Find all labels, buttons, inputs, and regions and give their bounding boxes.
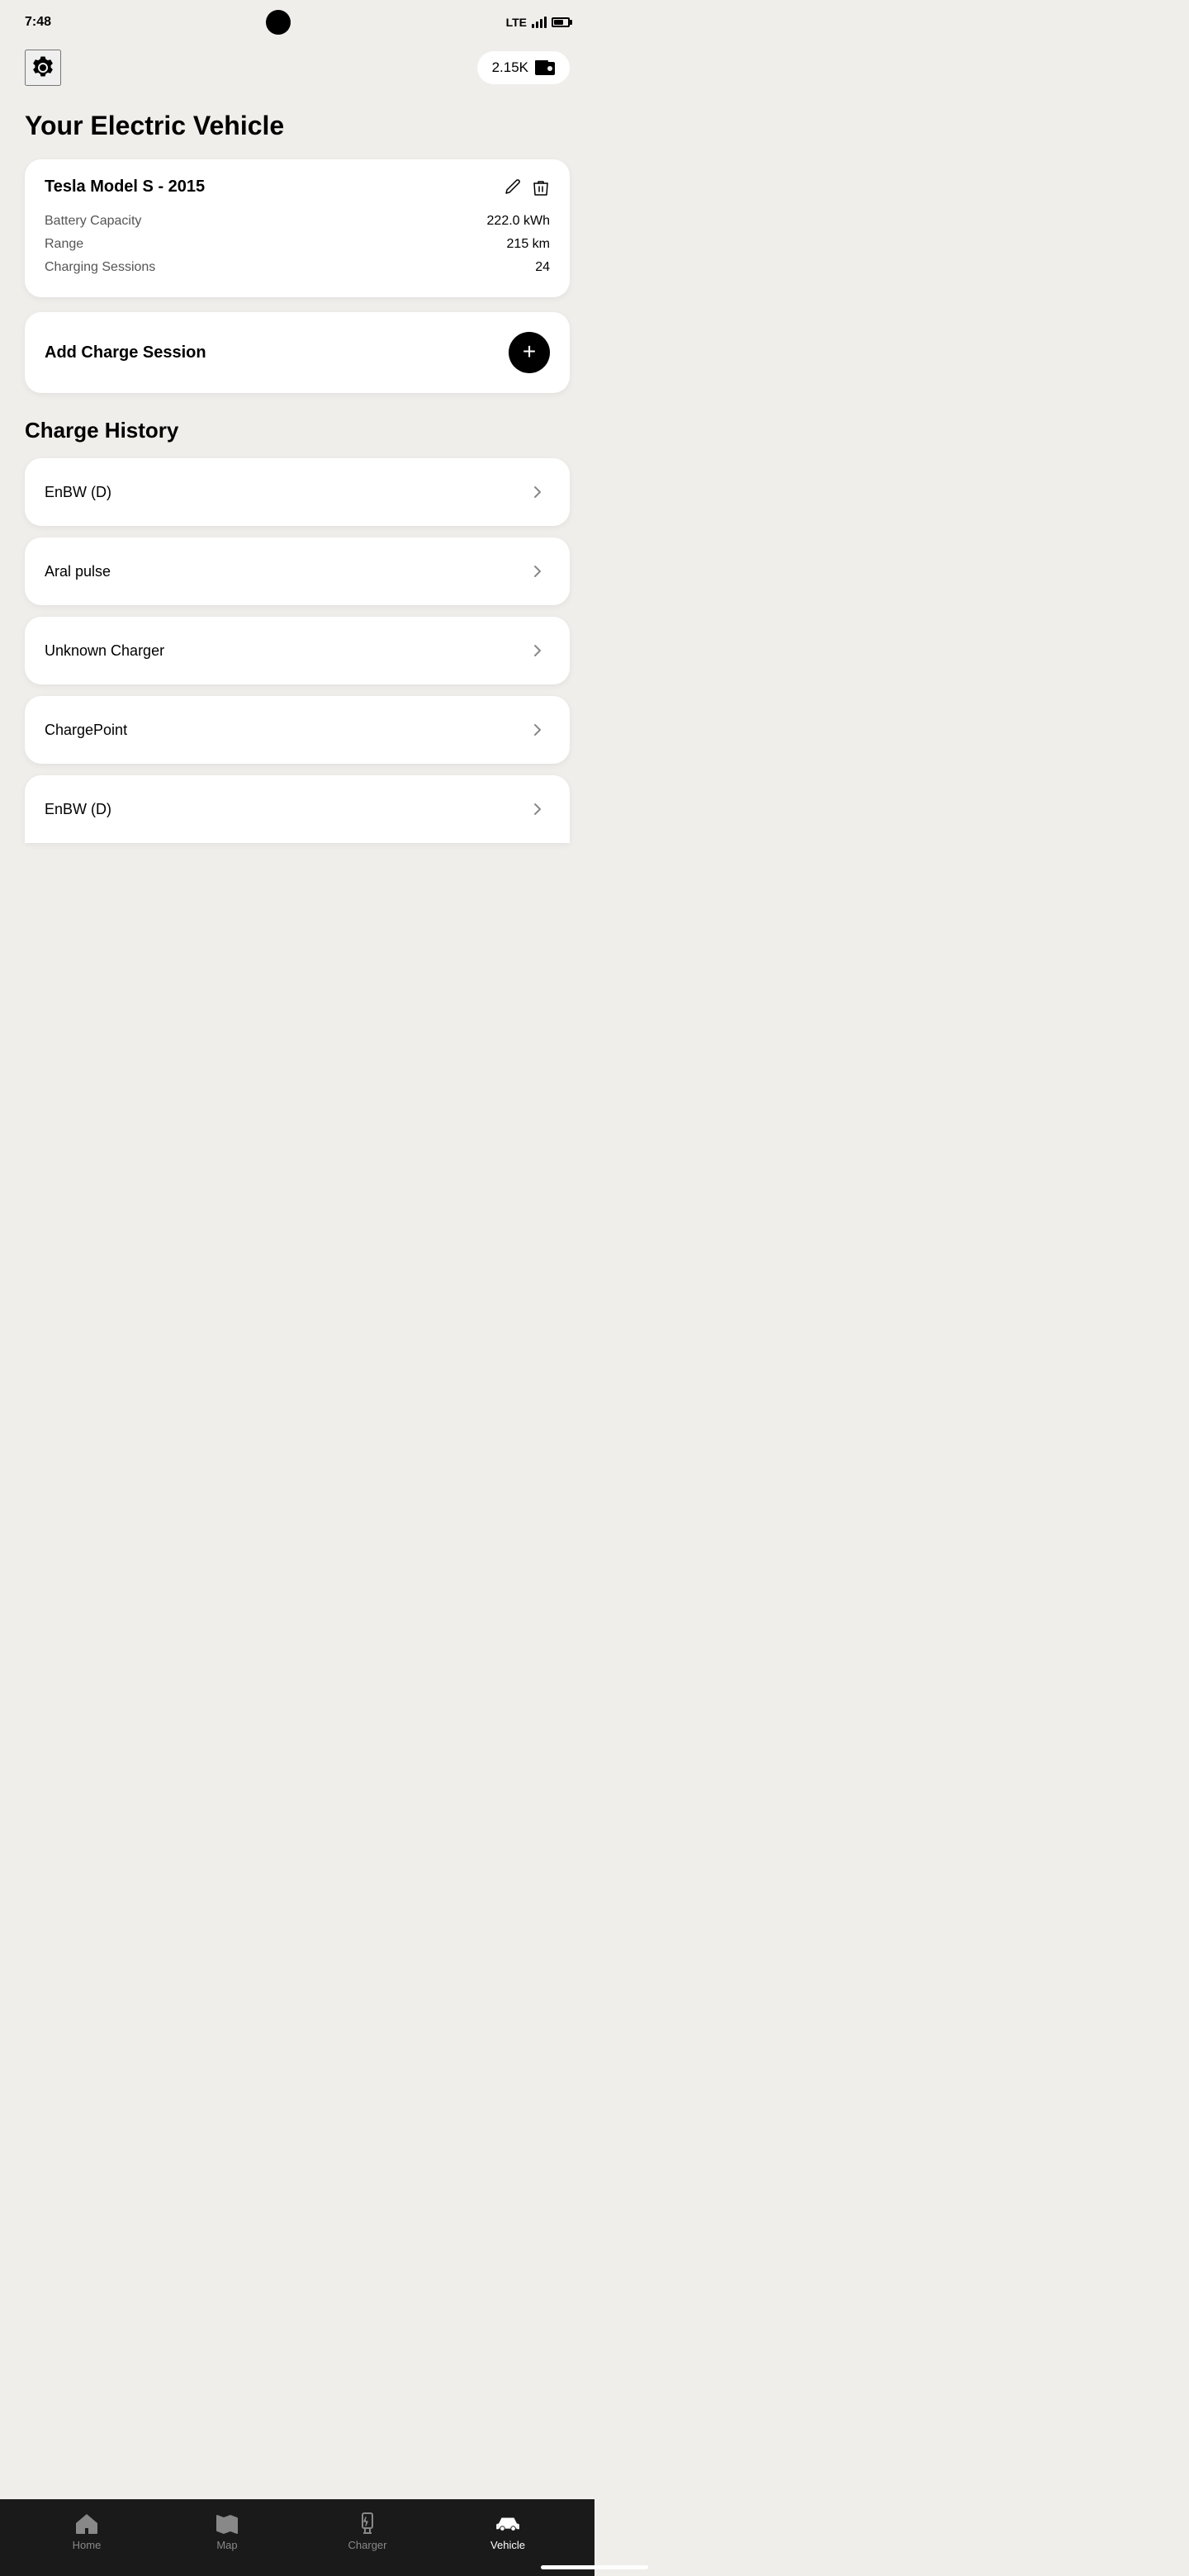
history-item[interactable]: ChargePoint [25, 696, 570, 764]
map-icon [215, 2512, 239, 2534]
nav-item-home[interactable]: Home [17, 2512, 157, 2551]
vehicle-card: Tesla Model S - 2015 Bat [25, 159, 570, 297]
main-content: Your Electric Vehicle Tesla Model S - 20… [0, 102, 594, 959]
signal-icon [532, 17, 547, 28]
plus-icon: + [523, 340, 536, 363]
sessions-label: Charging Sessions [45, 260, 155, 275]
vehicle-card-header: Tesla Model S - 2015 [45, 178, 550, 197]
nav-label-charger: Charger [348, 2539, 387, 2551]
status-right: LTE [506, 16, 570, 29]
battery-row: Battery Capacity 222.0 kWh [45, 210, 550, 233]
chevron-right-icon [525, 559, 550, 584]
history-item-name: Aral pulse [45, 563, 111, 580]
history-item-name: EnBW (D) [45, 484, 111, 501]
history-item[interactable]: EnBW (D) [25, 458, 570, 526]
balance-button[interactable]: 2.15K [477, 51, 570, 84]
chevron-right-icon [525, 717, 550, 742]
nav-item-vehicle[interactable]: Vehicle [438, 2512, 578, 2551]
edit-icon [504, 178, 522, 197]
history-item[interactable]: EnBW (D) [25, 775, 570, 843]
history-item[interactable]: Aral pulse [25, 537, 570, 605]
history-item-name: ChargePoint [45, 722, 127, 739]
range-row: Range 215 km [45, 233, 550, 256]
camera-dot [266, 10, 291, 35]
range-value: 215 km [507, 237, 550, 252]
bottom-indicator [541, 2565, 648, 2569]
chevron-right-icon [525, 638, 550, 663]
edit-vehicle-button[interactable] [504, 178, 522, 197]
add-session-button[interactable]: + [509, 332, 550, 373]
bottom-nav: Home Map Charger [0, 2499, 594, 2576]
vehicle-actions [504, 178, 550, 197]
nav-item-charger[interactable]: Charger [297, 2512, 438, 2551]
add-session-label: Add Charge Session [45, 343, 206, 362]
page-title: Your Electric Vehicle [25, 111, 570, 141]
sessions-value: 24 [535, 260, 550, 275]
history-item[interactable]: Unknown Charger [25, 617, 570, 684]
nav-label-map: Map [216, 2539, 237, 2551]
home-icon [74, 2512, 99, 2534]
sessions-row: Charging Sessions 24 [45, 256, 550, 279]
delete-vehicle-button[interactable] [532, 178, 550, 197]
add-session-card[interactable]: Add Charge Session + [25, 312, 570, 393]
history-item-name: Unknown Charger [45, 642, 164, 660]
charger-icon [355, 2512, 380, 2534]
balance-amount: 2.15K [492, 59, 528, 76]
nav-item-map[interactable]: Map [157, 2512, 297, 2551]
battery-icon [552, 17, 570, 27]
status-camera-area [266, 10, 291, 35]
nav-label-vehicle: Vehicle [490, 2539, 525, 2551]
chevron-right-icon [525, 480, 550, 504]
charge-history-title: Charge History [25, 418, 570, 443]
status-bar: 7:48 LTE [0, 0, 594, 41]
top-bar: 2.15K [0, 41, 594, 102]
nav-label-home: Home [73, 2539, 102, 2551]
history-item-name: EnBW (D) [45, 801, 111, 818]
vehicle-name: Tesla Model S - 2015 [45, 178, 205, 197]
settings-button[interactable] [25, 50, 61, 86]
vehicle-icon [495, 2512, 520, 2534]
battery-value: 222.0 kWh [487, 214, 550, 229]
trash-icon [532, 178, 550, 197]
status-time: 7:48 [25, 15, 51, 30]
range-label: Range [45, 237, 83, 252]
gear-icon [30, 54, 56, 81]
battery-label: Battery Capacity [45, 214, 141, 229]
history-list: EnBW (D) Aral pulse Unknown Charger Char… [25, 458, 570, 843]
network-type: LTE [506, 16, 527, 29]
wallet-icon [535, 60, 555, 75]
chevron-right-icon [525, 797, 550, 822]
